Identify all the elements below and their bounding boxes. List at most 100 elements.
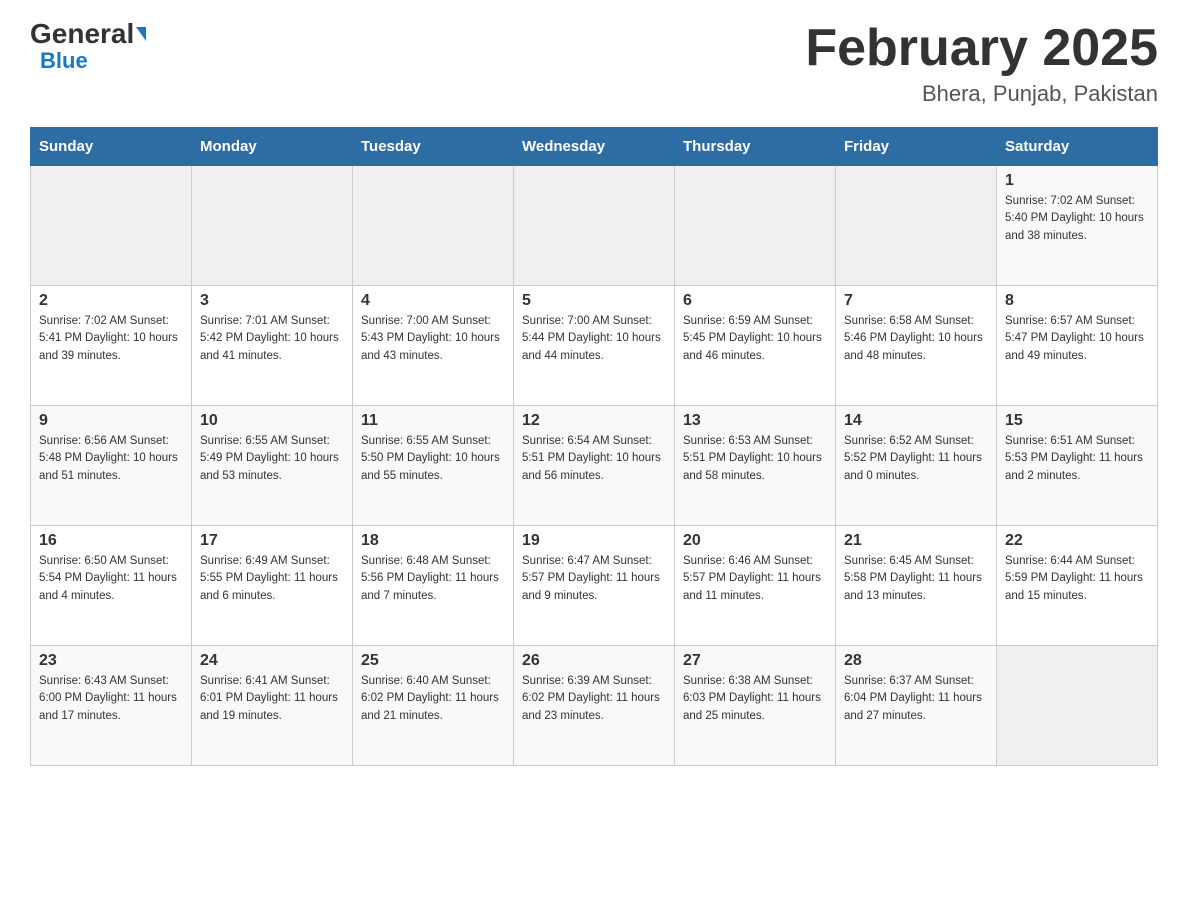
day-number: 1 xyxy=(1005,172,1149,190)
table-row: 21Sunrise: 6:45 AM Sunset: 5:58 PM Dayli… xyxy=(836,526,997,646)
day-info: Sunrise: 6:55 AM Sunset: 5:49 PM Dayligh… xyxy=(200,433,344,485)
day-number: 5 xyxy=(522,292,666,310)
logo-triangle-icon xyxy=(136,27,146,41)
day-info: Sunrise: 6:49 AM Sunset: 5:55 PM Dayligh… xyxy=(200,553,344,605)
table-row: 1 Sunrise: 7:02 AM Sunset: 5:40 PM Daylig… xyxy=(997,166,1158,286)
table-row xyxy=(353,166,514,286)
table-row: 6 Sunrise: 6:59 AM Sunset: 5:45 PM Daylig… xyxy=(675,286,836,406)
day-info: Sunrise: 7:00 AM Sunset: 5:43 PM Dayligh… xyxy=(361,313,505,365)
day-number: 13 xyxy=(683,412,827,430)
table-row: 22 Sunrise: 6:44 AM Sunset: 5:59 PM Dayli… xyxy=(997,526,1158,646)
day-info: Sunrise: 6:40 AM Sunset: 6:02 PM Dayligh… xyxy=(361,673,505,725)
title-section: February 2025 Bhera, Punjab, Pakistan xyxy=(805,20,1158,107)
table-row: 7 Sunrise: 6:58 AM Sunset: 5:46 PM Daylig… xyxy=(836,286,997,406)
table-row: 20 Sunrise: 6:46 AM Sunset: 5:57 PM Dayli… xyxy=(675,526,836,646)
table-row xyxy=(192,166,353,286)
day-number: 4 xyxy=(361,292,505,310)
calendar-header-row: Sunday Monday Tuesday Wednesday Thursday… xyxy=(31,128,1158,166)
day-info: Sunrise: 6:41 AM Sunset: 6:01 PM Dayligh… xyxy=(200,673,344,725)
header-thursday: Thursday xyxy=(675,128,836,166)
table-row: 26Sunrise: 6:39 AM Sunset: 6:02 PM Dayli… xyxy=(514,646,675,766)
table-row: 2 Sunrise: 7:02 AM Sunset: 5:41 PM Daylig… xyxy=(31,286,192,406)
day-info: Sunrise: 7:01 AM Sunset: 5:42 PM Dayligh… xyxy=(200,313,344,365)
table-row: 3 Sunrise: 7:01 AM Sunset: 5:42 PM Daylig… xyxy=(192,286,353,406)
day-number: 7 xyxy=(844,292,988,310)
header-sunday: Sunday xyxy=(31,128,192,166)
day-number: 17 xyxy=(200,532,344,550)
day-info: Sunrise: 6:56 AM Sunset: 5:48 PM Dayligh… xyxy=(39,433,183,485)
day-number: 28 xyxy=(844,652,988,670)
day-number: 8 xyxy=(1005,292,1149,310)
day-info: Sunrise: 6:37 AM Sunset: 6:04 PM Dayligh… xyxy=(844,673,988,725)
table-row: 9 Sunrise: 6:56 AM Sunset: 5:48 PM Daylig… xyxy=(31,406,192,526)
day-number: 20 xyxy=(683,532,827,550)
table-row: 27Sunrise: 6:38 AM Sunset: 6:03 PM Dayli… xyxy=(675,646,836,766)
day-number: 3 xyxy=(200,292,344,310)
day-number: 10 xyxy=(200,412,344,430)
table-row: 16Sunrise: 6:50 AM Sunset: 5:54 PM Dayli… xyxy=(31,526,192,646)
day-info: Sunrise: 7:02 AM Sunset: 5:40 PM Dayligh… xyxy=(1005,193,1149,245)
day-number: 11 xyxy=(361,412,505,430)
table-row xyxy=(675,166,836,286)
day-info: Sunrise: 6:57 AM Sunset: 5:47 PM Dayligh… xyxy=(1005,313,1149,365)
calendar-week-row: 9 Sunrise: 6:56 AM Sunset: 5:48 PM Daylig… xyxy=(31,406,1158,526)
day-number: 2 xyxy=(39,292,183,310)
logo-blue-text: Blue xyxy=(40,48,88,74)
header-saturday: Saturday xyxy=(997,128,1158,166)
day-number: 9 xyxy=(39,412,183,430)
day-number: 23 xyxy=(39,652,183,670)
table-row xyxy=(997,646,1158,766)
calendar-week-row: 1 Sunrise: 7:02 AM Sunset: 5:40 PM Daylig… xyxy=(31,166,1158,286)
day-number: 26 xyxy=(522,652,666,670)
location-subtitle: Bhera, Punjab, Pakistan xyxy=(805,81,1158,107)
day-info: Sunrise: 6:51 AM Sunset: 5:53 PM Dayligh… xyxy=(1005,433,1149,485)
table-row xyxy=(514,166,675,286)
day-number: 19 xyxy=(522,532,666,550)
table-row: 17 Sunrise: 6:49 AM Sunset: 5:55 PM Dayli… xyxy=(192,526,353,646)
table-row xyxy=(836,166,997,286)
logo-general-text: General xyxy=(30,20,146,48)
calendar-week-row: 23 Sunrise: 6:43 AM Sunset: 6:00 PM Dayli… xyxy=(31,646,1158,766)
table-row: 8 Sunrise: 6:57 AM Sunset: 5:47 PM Daylig… xyxy=(997,286,1158,406)
day-info: Sunrise: 6:50 AM Sunset: 5:54 PM Dayligh… xyxy=(39,553,183,605)
table-row: 24 Sunrise: 6:41 AM Sunset: 6:01 PM Dayli… xyxy=(192,646,353,766)
day-number: 14 xyxy=(844,412,988,430)
month-title: February 2025 xyxy=(805,20,1158,77)
header-wednesday: Wednesday xyxy=(514,128,675,166)
table-row: 10 Sunrise: 6:55 AM Sunset: 5:49 PM Dayli… xyxy=(192,406,353,526)
table-row: 25Sunrise: 6:40 AM Sunset: 6:02 PM Dayli… xyxy=(353,646,514,766)
day-info: Sunrise: 6:48 AM Sunset: 5:56 PM Dayligh… xyxy=(361,553,505,605)
table-row: 23 Sunrise: 6:43 AM Sunset: 6:00 PM Dayli… xyxy=(31,646,192,766)
table-row: 13 Sunrise: 6:53 AM Sunset: 5:51 PM Dayli… xyxy=(675,406,836,526)
table-row: 5 Sunrise: 7:00 AM Sunset: 5:44 PM Daylig… xyxy=(514,286,675,406)
table-row: 14 Sunrise: 6:52 AM Sunset: 5:52 PM Dayli… xyxy=(836,406,997,526)
table-row: 15 Sunrise: 6:51 AM Sunset: 5:53 PM Dayli… xyxy=(997,406,1158,526)
day-info: Sunrise: 6:54 AM Sunset: 5:51 PM Dayligh… xyxy=(522,433,666,485)
day-info: Sunrise: 6:43 AM Sunset: 6:00 PM Dayligh… xyxy=(39,673,183,725)
day-number: 6 xyxy=(683,292,827,310)
table-row: 11 Sunrise: 6:55 AM Sunset: 5:50 PM Dayli… xyxy=(353,406,514,526)
day-info: Sunrise: 6:55 AM Sunset: 5:50 PM Dayligh… xyxy=(361,433,505,485)
table-row: 28 Sunrise: 6:37 AM Sunset: 6:04 PM Dayli… xyxy=(836,646,997,766)
table-row: 4 Sunrise: 7:00 AM Sunset: 5:43 PM Daylig… xyxy=(353,286,514,406)
day-number: 18 xyxy=(361,532,505,550)
header-tuesday: Tuesday xyxy=(353,128,514,166)
day-number: 15 xyxy=(1005,412,1149,430)
page-header: General Blue February 2025 Bhera, Punjab… xyxy=(30,20,1158,107)
day-info: Sunrise: 6:58 AM Sunset: 5:46 PM Dayligh… xyxy=(844,313,988,365)
day-info: Sunrise: 6:44 AM Sunset: 5:59 PM Dayligh… xyxy=(1005,553,1149,605)
day-info: Sunrise: 7:00 AM Sunset: 5:44 PM Dayligh… xyxy=(522,313,666,365)
day-info: Sunrise: 6:47 AM Sunset: 5:57 PM Dayligh… xyxy=(522,553,666,605)
day-info: Sunrise: 6:52 AM Sunset: 5:52 PM Dayligh… xyxy=(844,433,988,485)
day-number: 24 xyxy=(200,652,344,670)
day-info: Sunrise: 6:46 AM Sunset: 5:57 PM Dayligh… xyxy=(683,553,827,605)
calendar-week-row: 16Sunrise: 6:50 AM Sunset: 5:54 PM Dayli… xyxy=(31,526,1158,646)
day-info: Sunrise: 6:59 AM Sunset: 5:45 PM Dayligh… xyxy=(683,313,827,365)
day-info: Sunrise: 7:02 AM Sunset: 5:41 PM Dayligh… xyxy=(39,313,183,365)
day-number: 12 xyxy=(522,412,666,430)
day-number: 27 xyxy=(683,652,827,670)
day-number: 22 xyxy=(1005,532,1149,550)
day-number: 21 xyxy=(844,532,988,550)
table-row xyxy=(31,166,192,286)
day-info: Sunrise: 6:53 AM Sunset: 5:51 PM Dayligh… xyxy=(683,433,827,485)
